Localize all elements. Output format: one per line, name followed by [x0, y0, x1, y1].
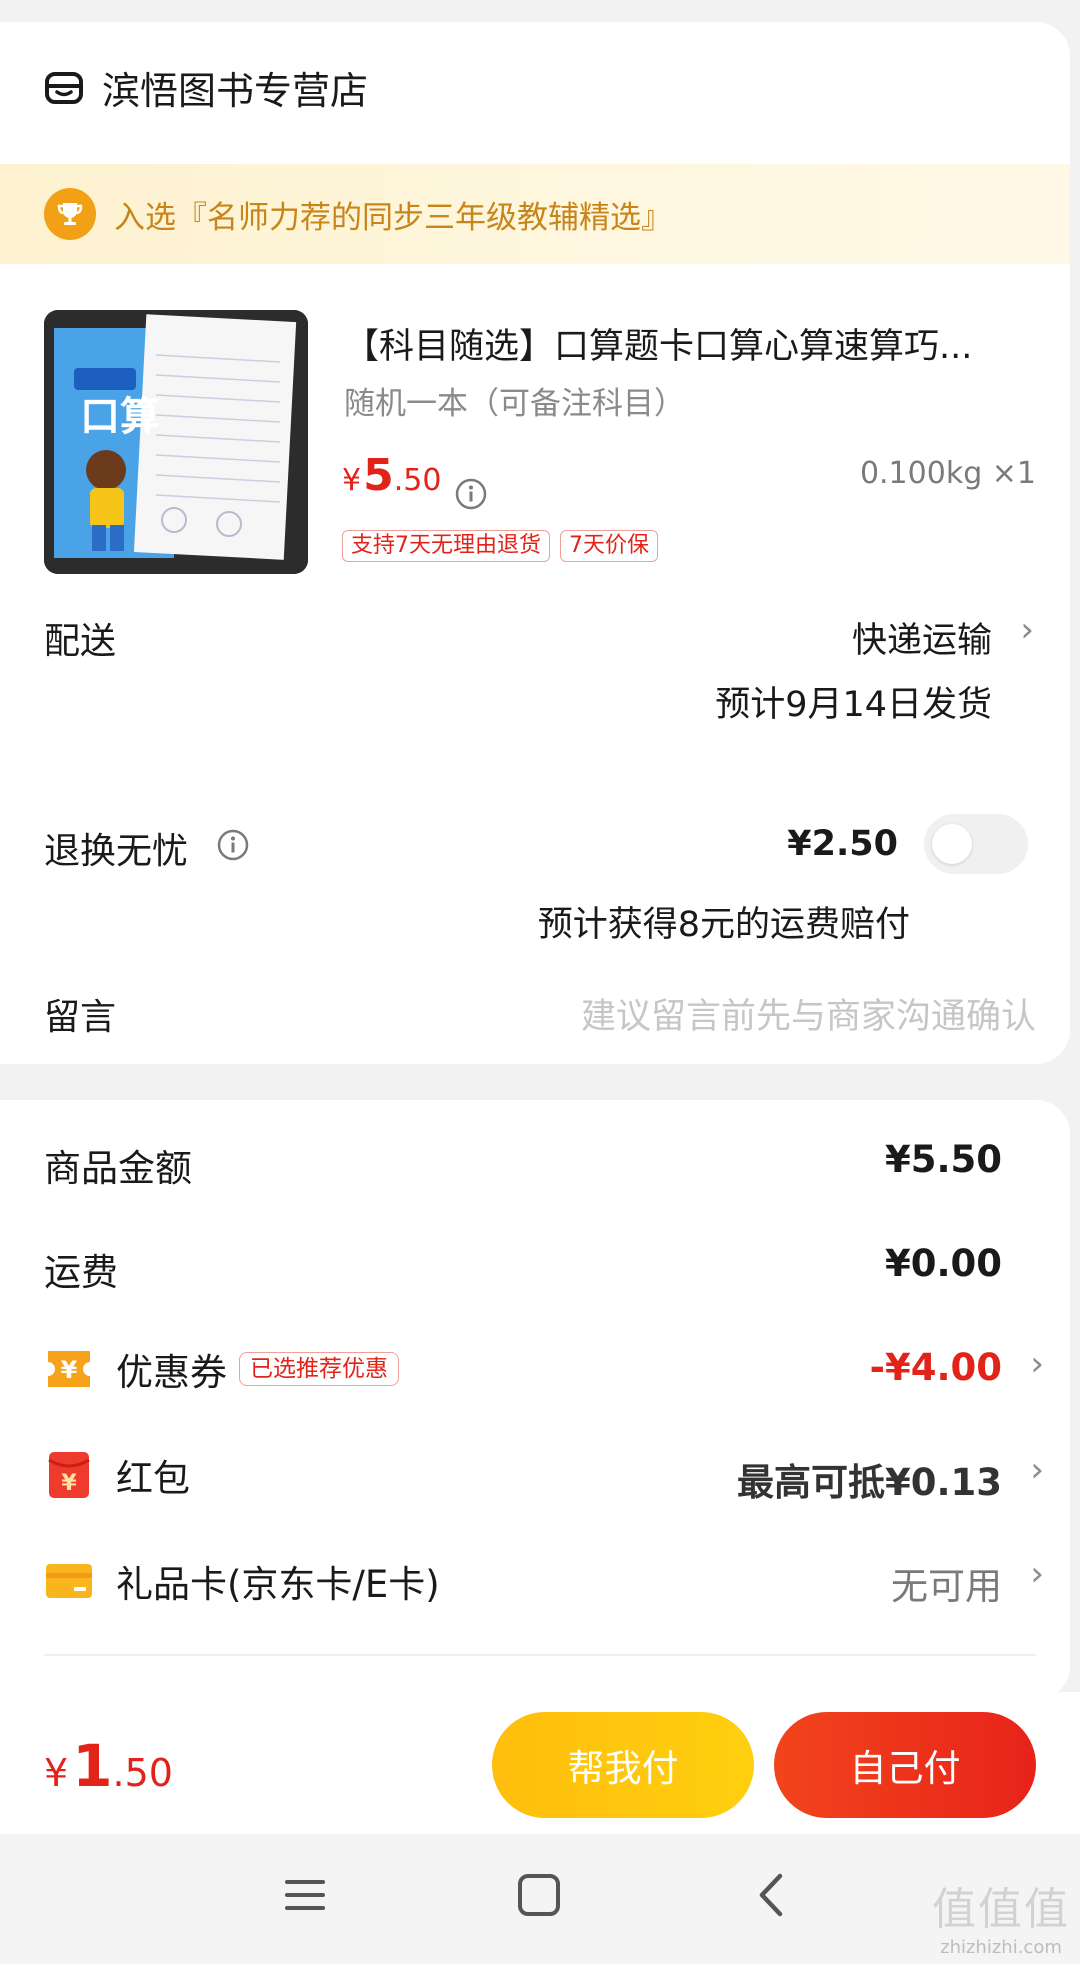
total-price: ¥ 1 .50: [44, 1732, 173, 1800]
goods-amount-row: 商品金额: [44, 1138, 192, 1192]
shipping-value: ¥0.00: [884, 1242, 1002, 1285]
goods-amount-label: 商品金额: [44, 1147, 192, 1190]
total-decimal: .50: [112, 1751, 173, 1795]
giftcard-label: 礼品卡(京东卡/E卡): [116, 1563, 440, 1606]
divider: [44, 1654, 1036, 1656]
product-price: ¥ 5 .50: [342, 450, 441, 501]
home-icon[interactable]: [514, 1870, 564, 1920]
delivery-chevron-icon[interactable]: ›: [1020, 610, 1034, 650]
price-info-icon[interactable]: [454, 477, 488, 511]
total-integer: 1: [72, 1732, 113, 1800]
order-card: 滨悟图书专营店 入选『名师力荐的同步三年级教辅精选』 口算 【科目随选】口算题卡…: [0, 22, 1070, 1064]
delivery-method[interactable]: 快递运输: [852, 612, 992, 663]
giftcard-row[interactable]: 礼品卡(京东卡/E卡): [44, 1554, 440, 1608]
delivery-label: 配送: [44, 621, 117, 662]
recent-apps-icon[interactable]: [280, 1870, 330, 1920]
svg-text:¥: ¥: [61, 1356, 78, 1384]
award-banner[interactable]: 入选『名师力荐的同步三年级教辅精选』: [0, 164, 1070, 264]
red-packet-icon: ¥: [48, 1452, 90, 1498]
back-icon[interactable]: [748, 1870, 798, 1920]
total-currency: ¥: [44, 1751, 69, 1795]
gift-card-icon: [46, 1564, 92, 1598]
returns-note: 预计获得8元的运费赔付: [537, 905, 910, 945]
shipping-row: 运费: [44, 1242, 118, 1296]
delivery-eta: 预计9月14日发货: [715, 685, 992, 725]
watermark-logo: 值值值: [932, 1884, 1070, 1935]
trophy-icon: [44, 188, 96, 240]
help-pay-button[interactable]: 帮我付: [492, 1712, 754, 1818]
redpacket-value[interactable]: 最高可抵¥0.13: [737, 1452, 1002, 1506]
returns-toggle[interactable]: [924, 814, 1028, 874]
toggle-knob: [932, 824, 972, 864]
giftcard-chevron-icon[interactable]: ›: [1030, 1554, 1044, 1594]
message-label: 留言: [44, 997, 117, 1038]
coupon-label: 优惠券: [116, 1351, 227, 1394]
returns-label: 退换无忧: [44, 831, 189, 872]
goods-amount-value: ¥5.50: [884, 1138, 1002, 1181]
coupon-chevron-icon[interactable]: ›: [1030, 1344, 1044, 1384]
award-text: 入选『名师力荐的同步三年级教辅精选』: [114, 199, 672, 236]
product-title[interactable]: 【科目随选】口算题卡口算心算速算巧...: [344, 318, 1044, 369]
redpacket-row[interactable]: ¥ 红包: [44, 1448, 190, 1502]
product-weight-qty: 0.100kg ×1: [859, 456, 1036, 491]
message-input[interactable]: 建议留言前先与商家沟通确认: [581, 988, 1036, 1039]
thumb-title: 口算: [80, 394, 160, 440]
price-currency: ¥: [342, 463, 362, 498]
watermark: 值值值 zhizhizhi.com: [932, 1873, 1070, 1958]
price-integer: 5: [363, 450, 394, 501]
self-pay-button[interactable]: 自己付: [774, 1712, 1036, 1818]
product-spec: 随机一本（可备注科目）: [344, 386, 685, 422]
coupon-icon: ¥: [48, 1351, 90, 1387]
tag-no-reason-return: 支持7天无理由退货: [342, 530, 550, 562]
store-name: 滨悟图书专营店: [102, 69, 369, 113]
price-decimal: .50: [393, 463, 442, 498]
coupon-selected-tag: 已选推荐优惠: [239, 1352, 399, 1386]
svg-text:¥: ¥: [61, 1471, 77, 1496]
coupon-value[interactable]: -¥4.00: [870, 1346, 1002, 1389]
giftcard-value[interactable]: 无可用: [891, 1556, 1002, 1610]
store-icon: [45, 71, 83, 104]
watermark-url: zhizhizhi.com: [940, 1937, 1062, 1958]
coupon-row[interactable]: ¥ 优惠券 已选推荐优惠: [44, 1342, 399, 1396]
redpacket-chevron-icon[interactable]: ›: [1030, 1450, 1044, 1490]
store-header[interactable]: 滨悟图书专营店: [44, 60, 368, 115]
redpacket-label: 红包: [116, 1457, 190, 1500]
returns-price: ¥2.50: [787, 824, 898, 864]
tag-price-protect: 7天价保: [560, 530, 658, 562]
returns-info-icon[interactable]: [216, 828, 250, 862]
service-tags: 支持7天无理由退货 7天价保: [342, 530, 658, 562]
shipping-label: 运费: [44, 1251, 118, 1294]
product-thumbnail[interactable]: 口算: [44, 310, 308, 574]
